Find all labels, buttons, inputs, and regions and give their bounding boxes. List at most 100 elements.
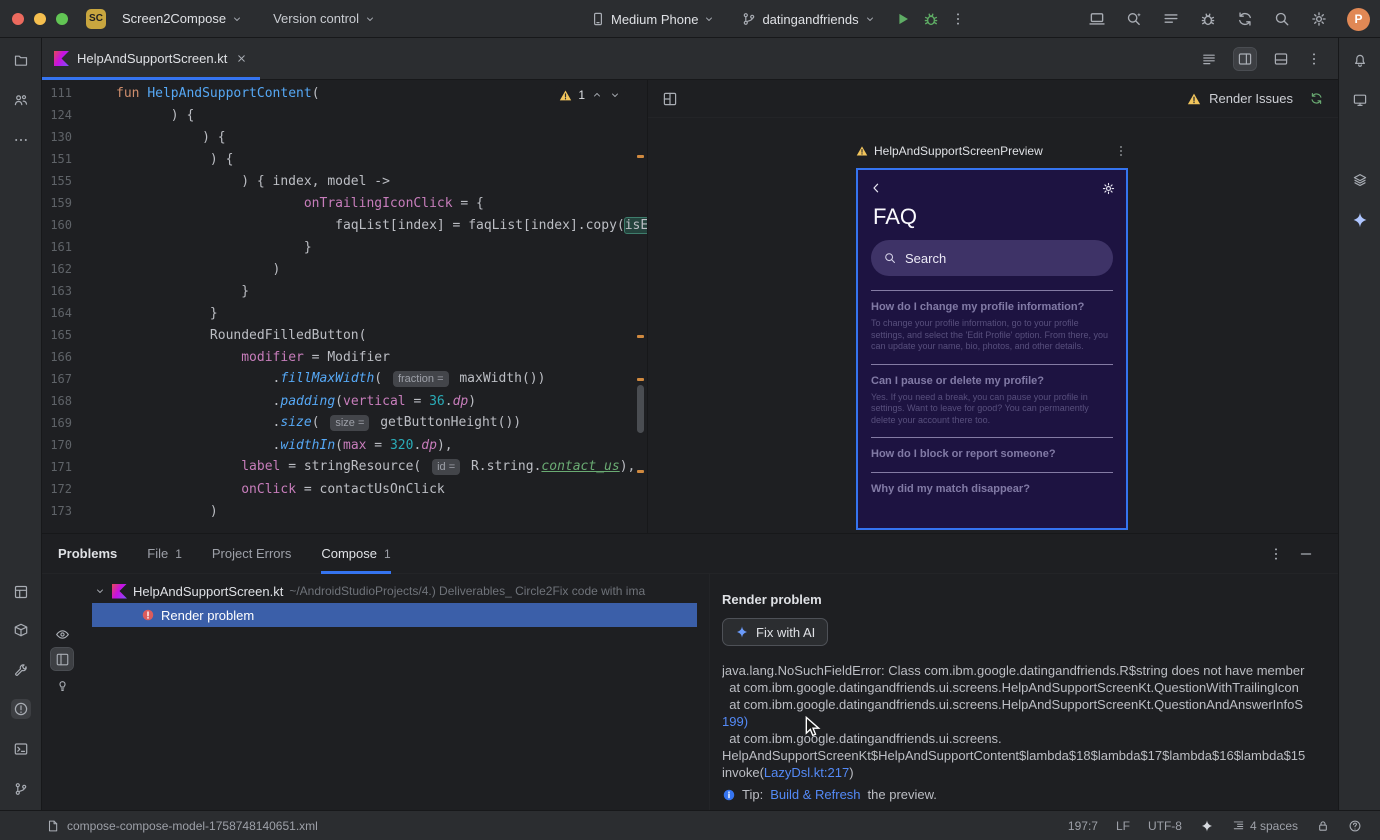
quickfix-bulb-icon[interactable] [51,674,73,696]
status-file-widget[interactable]: compose-compose-model-1758748140651.xml [0,819,318,833]
problems-tool-icon[interactable] [11,699,31,719]
line-number[interactable]: 173 [42,504,72,518]
line-number[interactable]: 169 [42,416,72,430]
close-tab-icon[interactable] [235,52,248,65]
faq-question[interactable]: Why did my match disappear? [871,482,1113,496]
indent-widget[interactable]: 4 spaces [1232,819,1298,833]
preview-name[interactable]: HelpAndSupportScreenPreview [874,144,1108,158]
line-number[interactable]: 165 [42,328,72,342]
problems-file-node[interactable]: HelpAndSupportScreen.kt ~/AndroidStudioP… [80,579,709,603]
logcat-icon[interactable] [1162,10,1180,28]
code-line[interactable]: 171 label = stringResource( id = R.strin… [42,456,647,478]
code-line[interactable]: 130 ) { [42,126,647,148]
build-hammer-icon[interactable] [11,660,31,680]
line-number[interactable]: 160 [42,218,72,232]
scrollbar-thumb[interactable] [637,385,644,433]
code-line[interactable]: 124 ) { [42,104,647,126]
build-refresh-link[interactable]: Build & Refresh [770,787,860,802]
version-control-icon[interactable] [11,779,31,799]
line-number[interactable]: 162 [42,262,72,276]
gradle-sync-icon[interactable] [1236,10,1254,28]
device-manager-icon[interactable] [1088,10,1106,28]
device-selector[interactable]: Medium Phone [582,7,723,31]
code-line[interactable]: 173 ) [42,500,647,522]
line-number[interactable]: 171 [42,460,72,474]
code-line[interactable]: 160 faqList[index] = faqList[index].copy… [42,214,647,236]
tab-file[interactable]: File 1 [147,534,182,574]
terminal-icon[interactable] [11,739,31,759]
caret-position[interactable]: 197:7 [1068,819,1098,833]
running-devices-icon[interactable] [1350,90,1370,110]
code-line[interactable]: 159 onTrailingIconClick = { [42,192,647,214]
device-explorer-icon[interactable] [1350,170,1370,190]
faq-question[interactable]: How do I block or report someone? [871,447,1113,461]
line-number[interactable]: 170 [42,438,72,452]
search-input[interactable]: Search [871,240,1113,276]
line-number[interactable]: 159 [42,196,72,210]
gemini-ai-icon[interactable] [1350,210,1370,230]
line-number[interactable]: 163 [42,284,72,298]
lock-icon[interactable] [1316,819,1330,833]
line-separator[interactable]: LF [1116,819,1130,833]
zoom-window-button[interactable] [56,12,68,25]
settings-gear-icon[interactable] [1101,181,1116,196]
project-selector[interactable]: Screen2Compose [114,7,251,30]
profile-avatar[interactable]: P [1347,7,1370,31]
chevron-down-icon[interactable] [94,585,106,597]
hide-panel-icon[interactable] [1298,546,1314,562]
preview-pane-toggle-icon[interactable] [50,647,74,671]
warning-stripe-mark[interactable] [637,155,644,158]
line-number[interactable]: 130 [42,130,72,144]
line-number[interactable]: 166 [42,350,72,364]
line-number[interactable]: 168 [42,394,72,408]
users-icon[interactable] [11,90,31,110]
editor-options-kebab-icon[interactable] [1306,51,1322,67]
layout-inspector-icon[interactable] [11,582,31,602]
preview-options-kebab-icon[interactable] [1114,144,1128,158]
app-insights-bug-icon[interactable] [1199,10,1217,28]
structure-list-icon[interactable] [1198,48,1220,70]
autoscroll-eye-icon[interactable] [51,623,73,645]
preview-layout-icon[interactable] [662,91,678,107]
code-line[interactable]: 155 ) { index, model -> [42,170,647,192]
code-line[interactable]: 162 ) [42,258,647,280]
code-line[interactable]: 170 .widthIn(max = 320.dp), [42,434,647,456]
warning-stripe-mark[interactable] [637,378,644,381]
faq-question[interactable]: How do I change my profile information? [871,300,1113,314]
warning-stripe-mark[interactable] [637,335,644,338]
minimize-window-button[interactable] [34,12,46,25]
line-number[interactable]: 167 [42,372,72,386]
split-editor-icon[interactable] [1233,46,1257,71]
fix-with-ai-button[interactable]: Fix with AI [722,618,829,646]
code-line[interactable]: 168 .padding(vertical = 36.dp) [42,390,647,412]
code-line[interactable]: 172 onClick = contactUsOnClick [42,478,647,500]
tab-compose[interactable]: Compose 1 [321,534,392,574]
more-tool-windows-icon[interactable] [11,130,31,150]
ai-search-icon[interactable] [1125,10,1143,28]
code-line[interactable]: 164 } [42,302,647,324]
warning-stripe-mark[interactable] [637,470,644,473]
code-line[interactable]: 166 modifier = Modifier [42,346,647,368]
search-everywhere-icon[interactable] [1273,10,1291,28]
help-circle-icon[interactable] [1348,819,1362,833]
line-number[interactable]: 161 [42,240,72,254]
back-chevron-icon[interactable] [868,180,884,196]
line-number[interactable]: 124 [42,108,72,122]
editor-scrollbar[interactable] [634,80,647,533]
line-number[interactable]: 111 [42,86,72,100]
refresh-preview-icon[interactable] [1309,91,1324,106]
tab-helpandsupportscreen[interactable]: HelpAndSupportScreen.kt [42,38,261,80]
render-problem-node[interactable]: Render problem [92,603,697,627]
window-layout-icon[interactable] [1270,48,1292,70]
line-number[interactable]: 151 [42,152,72,166]
code-line[interactable]: 163 } [42,280,647,302]
stack-link[interactable]: 199) [722,714,748,729]
line-number[interactable]: 155 [42,174,72,188]
next-warning-icon[interactable] [609,89,621,101]
code-line[interactable]: 167 .fillMaxWidth( fraction = maxWidth()… [42,368,647,390]
more-run-options-icon[interactable] [950,11,966,27]
panel-options-kebab-icon[interactable] [1268,546,1284,562]
code-line[interactable]: 169 .size( size = getButtonHeight()) [42,412,647,434]
code-line[interactable]: 161 } [42,236,647,258]
project-folder-icon[interactable] [11,50,31,70]
